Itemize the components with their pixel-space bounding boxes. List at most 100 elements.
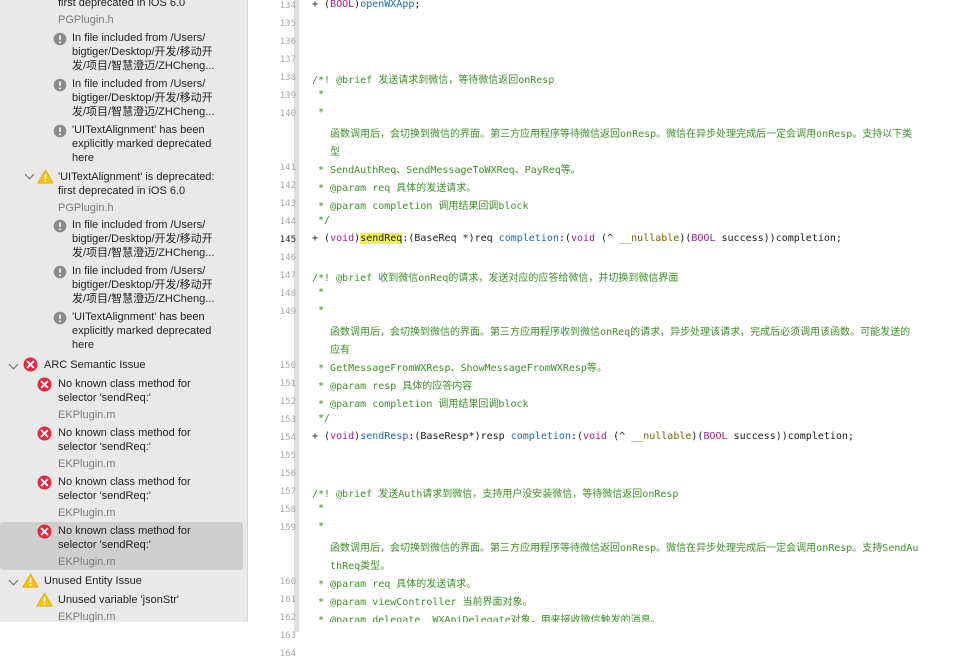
code-line[interactable]: * @param delegate WXApiDelegate对象，用来接收微信… (312, 611, 661, 622)
code-line[interactable]: * (312, 503, 324, 514)
issue-text: first deprecated in iOS 6.0 (58, 0, 186, 9)
note-icon (53, 219, 68, 234)
code-line[interactable]: + (void)sendReq:(BaseReq *)req completio… (312, 233, 842, 244)
note-text: 发/项目/智慧澄迈/ZHCheng... (72, 60, 215, 72)
code-token: :( (558, 233, 571, 244)
disclosure-chevron-icon[interactable] (8, 359, 19, 370)
code-line[interactable]: * @param resp 具体的应答内容 (312, 377, 472, 392)
error-text: selector 'sendReq:' (58, 441, 151, 453)
line-number: 157 (279, 487, 296, 497)
error-icon (37, 475, 52, 490)
error-icon (37, 377, 52, 392)
note-icon (53, 265, 68, 280)
disclosure-chevron-icon[interactable] (24, 169, 35, 180)
code-token: + ( (312, 0, 331, 10)
code-line[interactable]: thReq类型。 (312, 557, 390, 572)
code-line[interactable]: /*! @brief 发送请求到微信，等待微信返回onResp (312, 71, 554, 86)
code-token: void (582, 431, 608, 442)
code-token: + ( (312, 431, 331, 442)
code-line[interactable]: * @param req 具体的发送请求。 (312, 575, 476, 590)
issue-group-label: Unused Entity Issue (44, 575, 142, 587)
error-icon (37, 524, 52, 539)
line-number: 138 (279, 73, 296, 83)
code-token: void (330, 233, 355, 244)
code-line[interactable]: + (void)sendResp:(BaseResp*)resp complet… (312, 431, 854, 442)
code-token: (^ (595, 233, 620, 244)
code-token: (^ (607, 431, 632, 442)
note-text: bigtiger/Desktop/开发/移动开 (72, 46, 213, 58)
code-token: */ (312, 413, 331, 424)
code-line[interactable]: * (312, 107, 324, 118)
line-number: 134 (279, 1, 296, 11)
code-token: success))completion; (727, 431, 854, 442)
code-token: BOOL (691, 233, 716, 244)
code-token: * (312, 89, 325, 100)
code-line[interactable]: * @param viewController 当前界面对象。 (312, 593, 533, 608)
line-number: 164 (279, 649, 296, 659)
line-number: 150 (279, 361, 296, 371)
note-text: 'UITextAlignment' has been (72, 311, 205, 323)
code-line[interactable]: */ (312, 215, 330, 226)
note-text: In file included from /Users/ (72, 265, 206, 277)
code-line[interactable]: * (312, 287, 324, 298)
code-line[interactable]: * @param completion 调用结果回调block (312, 395, 529, 410)
code-token: :( (570, 431, 583, 442)
code-token: void (570, 233, 596, 244)
line-number: 145 (279, 235, 296, 245)
code-line[interactable]: * GetMessageFromWXResp、ShowMessageFromWX… (312, 359, 607, 374)
note-text: here (72, 152, 95, 164)
code-line[interactable]: + (BOOL)openWXApp; (312, 0, 420, 10)
note-text: here (72, 339, 95, 351)
code-token: * SendAuthReq、SendMessageToWXReq、PayReq等… (312, 165, 581, 176)
code-line[interactable]: 型 (312, 143, 340, 158)
code-line[interactable]: 应有 (312, 341, 350, 356)
line-number: 149 (279, 307, 296, 317)
line-number: 137 (279, 55, 296, 65)
code-token: BOOL (703, 431, 728, 442)
code-line[interactable]: * (312, 89, 324, 100)
issue-navigator: first deprecated in iOS 6.0 PGPlugin.h In … (0, 0, 248, 622)
code-line[interactable]: 函数调用后，会切换到微信的界面。第三方应用程序收到微信onReq的请求，异步处理… (312, 323, 910, 338)
code-token: * @param delegate WXApiDelegate对象，用来接收微信… (312, 615, 661, 622)
error-text: selector 'sendReq:' (58, 490, 151, 502)
code-token: * (312, 503, 325, 514)
code-token: * (312, 305, 325, 316)
line-number: 156 (279, 469, 296, 479)
code-line[interactable]: 函数调用后，会切换到微信的界面。第三方应用程序等待微信返回onResp。微信在异… (312, 125, 912, 140)
error-text: selector 'sendReq:' (58, 539, 151, 551)
code-line[interactable]: /*! @brief 发送Auth请求到微信，支持用户没安装微信，等待微信返回o… (312, 485, 678, 500)
code-token: * @param resp 具体的应答内容 (312, 381, 473, 392)
note-icon (53, 32, 68, 47)
error-text: No known class method for (58, 378, 191, 390)
code-line[interactable]: * @param req 具体的发送请求。 (312, 179, 476, 194)
disclosure-chevron-icon[interactable] (8, 575, 19, 586)
issue-group-label: ARC Semantic Issue (44, 359, 146, 371)
issue-file: PGPlugin.h (58, 202, 114, 214)
note-text: 发/项目/智慧澄迈/ZHCheng... (72, 106, 215, 118)
note-text: explicitly marked deprecated (72, 325, 212, 337)
code-line[interactable]: * (312, 521, 324, 532)
code-token: + ( (312, 233, 331, 244)
code-token: * GetMessageFromWXResp、ShowMessageFromWX… (312, 363, 607, 374)
note-text: In file included from /Users/ (72, 78, 206, 90)
line-number: 142 (279, 181, 296, 191)
code-line[interactable]: * (312, 305, 324, 316)
code-token: /*! @brief 发送Auth请求到微信，支持用户没安装微信，等待微信返回o… (312, 489, 679, 500)
code-token: * (312, 107, 325, 118)
error-icon (23, 357, 38, 372)
code-line[interactable]: * @param completion 调用结果回调block (312, 197, 529, 212)
code-line[interactable]: /*! @brief 收到微信onReq的请求，发送对应的应答给微信，并切换到微… (312, 269, 678, 284)
code-editor[interactable]: + (BOOL)openWXApp; /*! @brief 发送请求到微信，等待微… (312, 0, 967, 622)
note-text: bigtiger/Desktop/开发/移动开 (72, 279, 213, 291)
code-line[interactable]: 函数调用后，会切换到微信的界面。第三方应用程序等待微信返回onResp。微信在异… (312, 539, 918, 554)
code-token: 应有 (312, 345, 351, 356)
code-line[interactable]: */ (312, 413, 330, 424)
code-token: 函数调用后，会切换到微信的界面。第三方应用程序等待微信返回onResp。微信在异… (312, 129, 913, 140)
note-icon (53, 124, 68, 139)
line-number: 161 (279, 595, 296, 605)
code-line[interactable]: * SendAuthReq、SendMessageToWXReq、PayReq等… (312, 161, 581, 176)
code-token: /*! @brief 收到微信onReq的请求，发送对应的应答给微信，并切换到微… (312, 273, 679, 284)
code-token: * @param completion 调用结果回调block (312, 399, 529, 410)
code-token: success))completion; (715, 233, 842, 244)
line-number: 139 (279, 91, 296, 101)
